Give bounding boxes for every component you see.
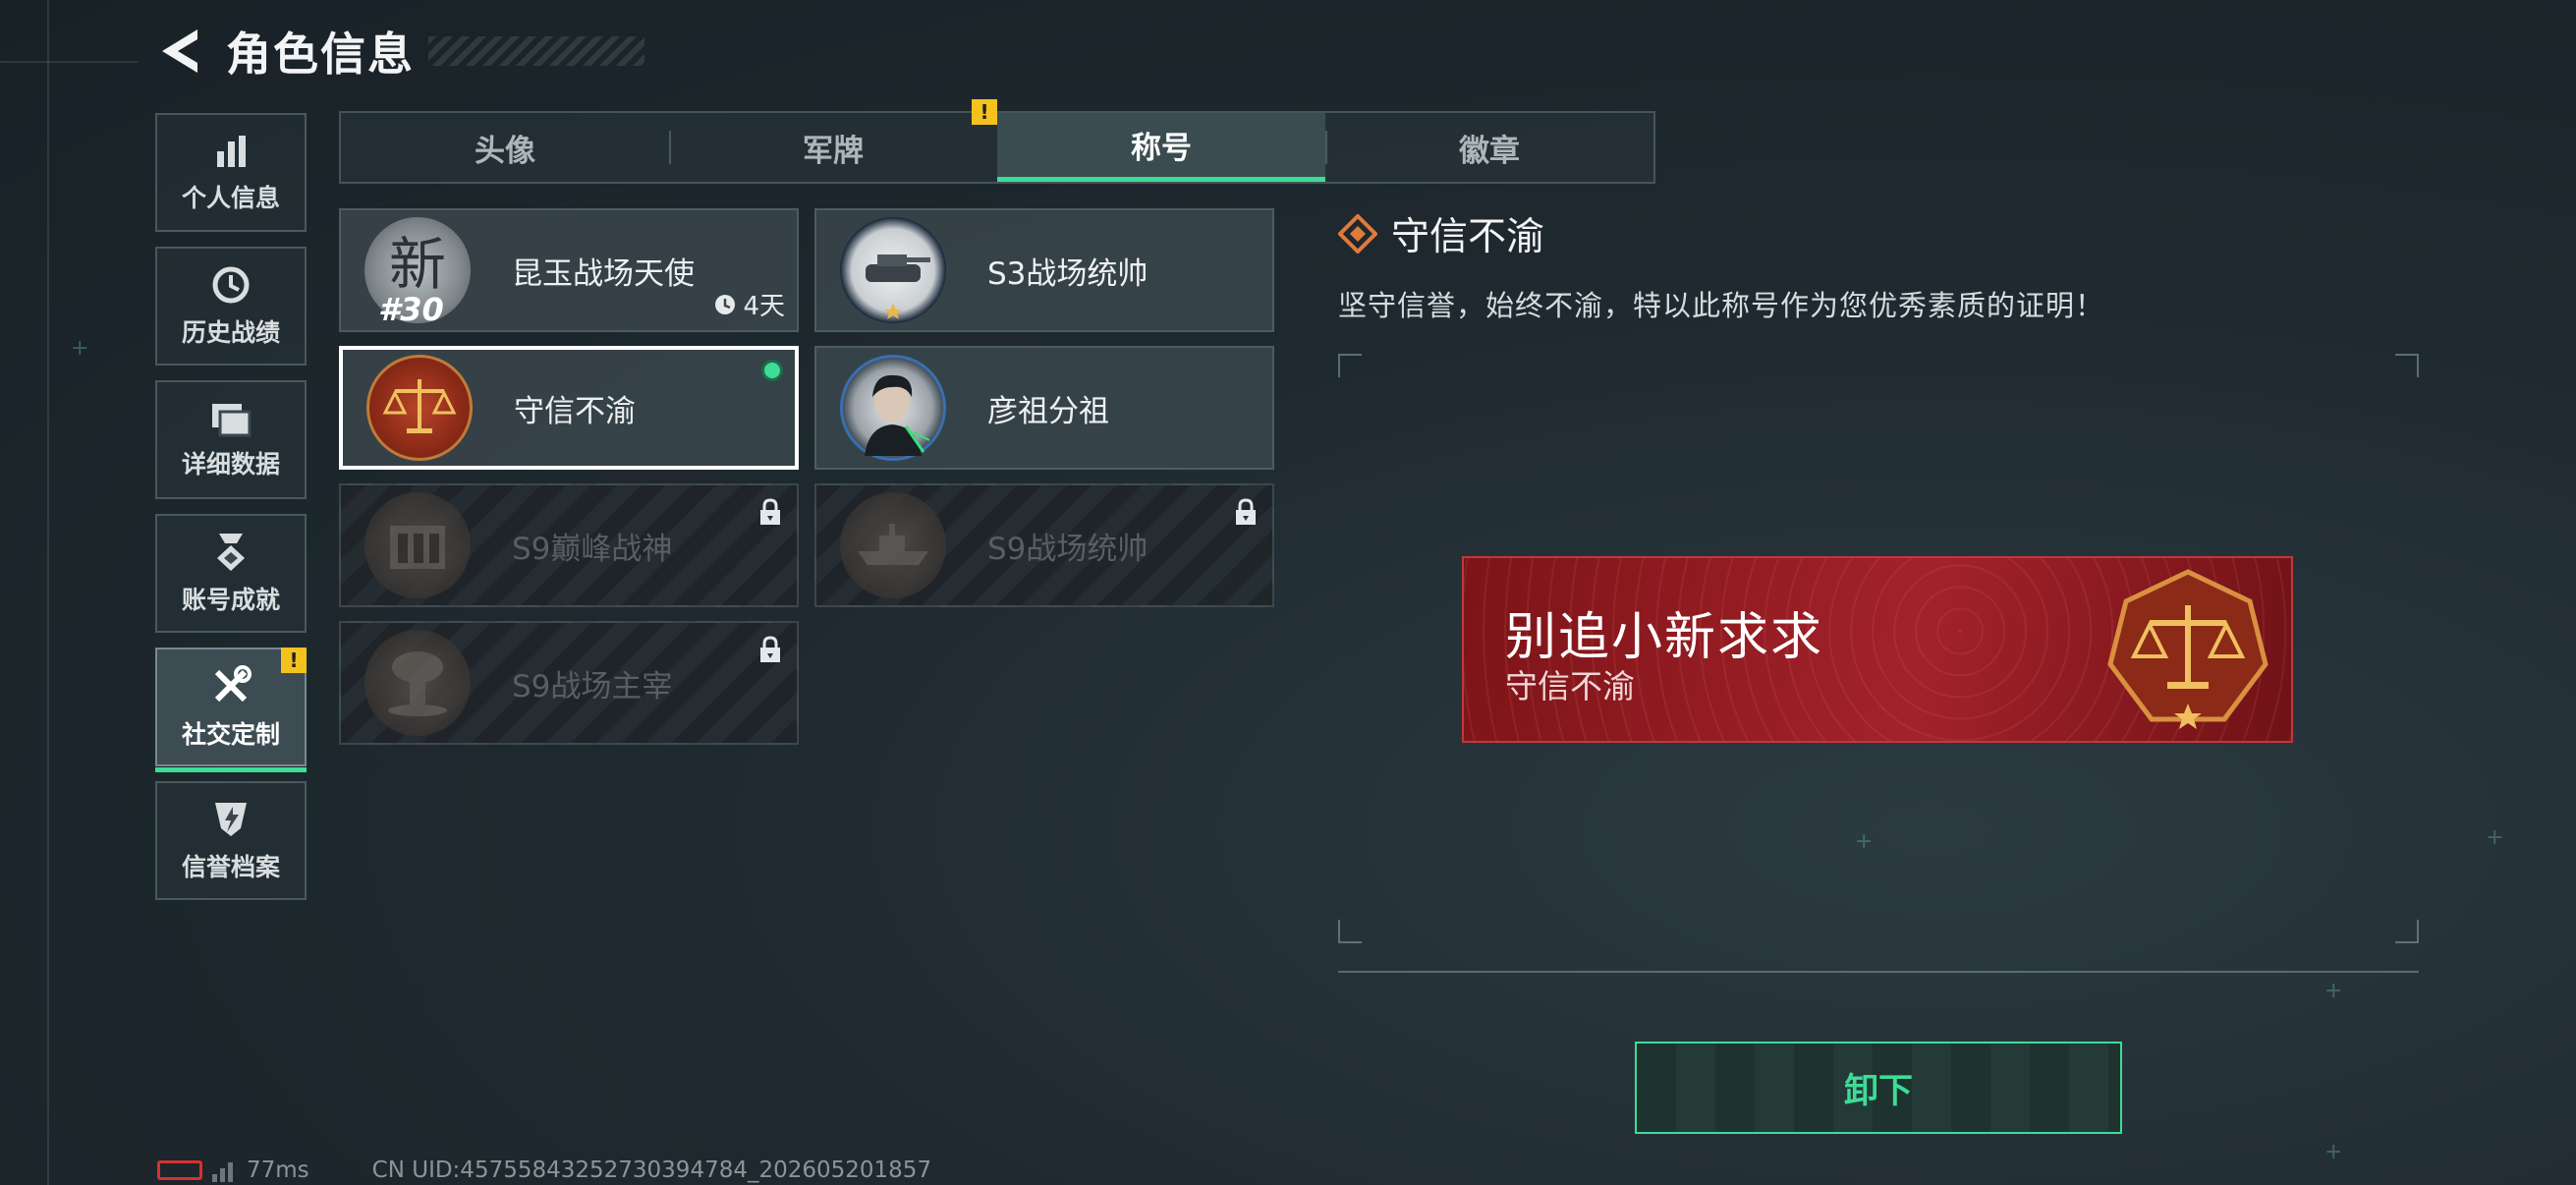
- tab-label: 称号: [1131, 131, 1192, 166]
- warning-badge: !: [281, 648, 307, 673]
- title-card-name: 昆玉战场天使: [512, 255, 695, 292]
- bar-chart-icon: [217, 135, 246, 167]
- sidebar-item-label: 信誉档案: [181, 852, 280, 881]
- title-card-name: S3战场统帅: [987, 255, 1148, 292]
- sidebar-item-personal-info[interactable]: 个人信息: [155, 113, 307, 232]
- lock-icon: [760, 636, 780, 662]
- title-card[interactable]: 新 #30 昆玉战场天使 4天: [339, 208, 799, 332]
- fortress-icon: [390, 526, 445, 569]
- sidebar-item-social[interactable]: 社交定制 !: [155, 648, 307, 772]
- warship-icon: [858, 524, 928, 565]
- equipped-indicator: [761, 360, 783, 381]
- title-card-name: S9战场统帅: [987, 531, 1148, 567]
- clock-icon: [715, 294, 736, 314]
- sidebar-item-label: 历史战绩: [181, 317, 280, 347]
- category-tabs: 头像 ! 军牌 称号 徽章: [339, 99, 1655, 184]
- tab-dog-tag[interactable]: ! 军牌: [669, 99, 997, 182]
- tab-avatar[interactable]: 头像: [341, 113, 669, 182]
- title-preview-banner: 别追小新求求 守信不渝: [1462, 556, 2293, 743]
- detail-title-text: 守信不渝: [1391, 215, 1545, 259]
- tab-label: 军牌: [803, 133, 864, 169]
- back-button[interactable]: [155, 24, 202, 79]
- history-clock-icon: [212, 266, 250, 303]
- sidebar-item-detail-data[interactable]: 详细数据: [155, 380, 307, 499]
- explosion-emblem: [364, 630, 471, 736]
- title-detail-panel: 守信不渝 坚守信誉，始终不渝，特以此称号作为您优秀素质的证明！: [1338, 206, 2419, 324]
- title-card-name: S9战场主宰: [512, 668, 673, 705]
- fortress-emblem: [364, 492, 471, 598]
- status-footer: 77ms CN UID:45755843252730394784_2026052…: [157, 1156, 931, 1185]
- tab-badge[interactable]: 徽章: [1325, 113, 1653, 182]
- title-card-name: S9巅峰战神: [512, 531, 673, 567]
- expiry-timer: 4天: [713, 286, 785, 322]
- lock-icon: [1236, 498, 1256, 525]
- tools-icon: [214, 664, 252, 702]
- portrait-emblem: [840, 355, 946, 461]
- frame-corner: [2395, 354, 2419, 377]
- preview-title-name: 守信不渝: [1505, 667, 1635, 705]
- frame-corner: [2395, 920, 2419, 943]
- sidebar-item-reputation[interactable]: 信誉档案: [155, 781, 307, 900]
- tank-icon: [866, 254, 930, 319]
- decor-cross: +: [2324, 979, 2343, 1003]
- page-header: 角色信息: [155, 22, 644, 81]
- season-rank: #30: [378, 291, 444, 328]
- sidebar-item-label: 个人信息: [181, 183, 280, 212]
- sidebar-item-achievements[interactable]: 账号成就: [155, 514, 307, 633]
- decor-cross: +: [2486, 825, 2504, 850]
- scales-emblem: [2107, 569, 2268, 729]
- page-title: 角色信息: [226, 28, 415, 81]
- frame-corner: [1338, 354, 1362, 377]
- title-card[interactable]: 彦祖分祖: [814, 346, 1274, 470]
- sidebar-item-history[interactable]: 历史战绩: [155, 247, 307, 366]
- diamond-icon: [1338, 214, 1377, 254]
- title-card-name: 守信不渝: [514, 393, 636, 429]
- sidebar-item-label: 社交定制: [181, 719, 280, 749]
- svg-text:新: 新: [389, 231, 446, 298]
- uid-text: CN UID:45755843252730394784_202605201857: [371, 1157, 932, 1183]
- expiry-timer-text: 4天: [743, 292, 785, 321]
- title-card-locked[interactable]: S9战场统帅: [814, 483, 1274, 607]
- tank-emblem: [840, 217, 946, 323]
- unequip-button[interactable]: 卸下: [1635, 1042, 2122, 1134]
- sidebar-item-label: 详细数据: [181, 449, 280, 479]
- sidebar-item-label: 账号成就: [181, 585, 280, 614]
- ping-text: 77ms: [247, 1157, 309, 1183]
- detail-title: 守信不渝: [1338, 206, 2419, 261]
- sidebar: 个人信息 历史战绩 详细数据 账号成就 社交定制 ! 信誉档案: [155, 113, 307, 915]
- back-arrow-icon: [162, 29, 197, 73]
- title-card-name: 彦祖分祖: [987, 393, 1109, 429]
- battery-icon: [157, 1160, 202, 1180]
- decor-cross: +: [2324, 1140, 2343, 1164]
- tab-title[interactable]: 称号: [997, 113, 1325, 182]
- achievement-medal-icon: [217, 533, 245, 571]
- divider: [1338, 971, 2419, 973]
- warship-emblem: [840, 492, 946, 598]
- title-card[interactable]: S3战场统帅: [814, 208, 1274, 332]
- decor-line: [0, 61, 138, 63]
- warning-badge: !: [972, 99, 997, 125]
- title-card-locked[interactable]: S9巅峰战神: [339, 483, 799, 607]
- tab-label: 徽章: [1459, 133, 1520, 169]
- title-decoration: [428, 36, 644, 66]
- decor-line: [47, 0, 49, 1185]
- folder-icon: [212, 403, 252, 436]
- lock-icon: [760, 498, 780, 525]
- scales-icon: [382, 379, 457, 433]
- signal-icon: [212, 1158, 233, 1182]
- detail-description: 坚守信誉，始终不渝，特以此称号作为您优秀素质的证明！: [1338, 289, 2105, 322]
- frame-corner: [1338, 920, 1362, 943]
- title-card-locked[interactable]: S9战场主宰: [339, 621, 799, 745]
- reputation-shield-icon: [215, 802, 247, 836]
- decor-cross: +: [71, 336, 89, 361]
- title-card-selected[interactable]: 守信不渝: [339, 346, 799, 470]
- preview-player-name: 别追小新求求: [1505, 608, 1824, 667]
- scales-emblem: [366, 355, 473, 461]
- mushroom-cloud-icon: [388, 651, 447, 716]
- portrait-icon: [865, 374, 930, 456]
- tab-label: 头像: [475, 133, 535, 169]
